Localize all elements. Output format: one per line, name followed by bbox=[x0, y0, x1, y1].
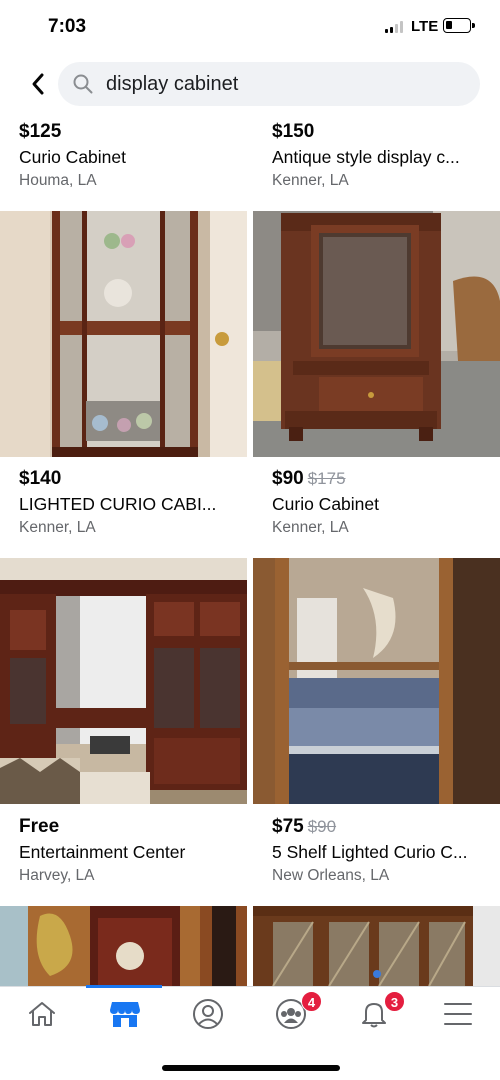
listing-old-price: $90 bbox=[307, 817, 337, 836]
listing-info: $125 Curio Cabinet Houma, LA bbox=[19, 120, 245, 192]
listing-card[interactable]: $125 Curio Cabinet Houma, LA bbox=[0, 112, 247, 210]
search-bar[interactable] bbox=[58, 62, 480, 106]
listing-location: Kenner, LA bbox=[272, 519, 349, 536]
menu-icon bbox=[444, 1003, 472, 1025]
curio-cabinet-photo bbox=[0, 211, 247, 457]
listing-price: $75 $90 bbox=[272, 816, 337, 837]
back-button[interactable] bbox=[24, 70, 52, 98]
display-cabinet-photo bbox=[253, 211, 500, 457]
listing-location: Houma, LA bbox=[19, 172, 97, 189]
listing-location: Kenner, LA bbox=[272, 172, 349, 189]
listing-photo[interactable] bbox=[0, 906, 247, 986]
magnifier-icon bbox=[73, 74, 93, 94]
status-time: 7:03 bbox=[48, 16, 87, 37]
listing-card[interactable]: $140 LIGHTED CURIO CABI... Kenner, LA bbox=[0, 457, 247, 557]
battery-icon bbox=[443, 18, 475, 33]
listing-price: $150 bbox=[272, 121, 315, 142]
listing-title: Curio Cabinet bbox=[19, 147, 126, 167]
lighted-hutch-photo bbox=[253, 906, 500, 986]
listing-title: Entertainment Center bbox=[19, 842, 186, 862]
lighted-curio-photo bbox=[253, 558, 500, 804]
tab-notifications[interactable]: 3 bbox=[339, 987, 409, 1041]
listing-card[interactable]: $150 Antique style display c... Kenner, … bbox=[253, 112, 500, 210]
listing-photo[interactable] bbox=[253, 906, 500, 986]
listing-price: $140 bbox=[19, 468, 62, 489]
search-input[interactable] bbox=[106, 62, 466, 106]
listings-feed[interactable]: $125 Curio Cabinet Houma, LA $150 Antiqu… bbox=[0, 112, 500, 986]
china-hutch-photo bbox=[0, 906, 247, 986]
status-bar: 7:03 LTE bbox=[0, 0, 500, 54]
notifications-badge: 3 bbox=[384, 991, 405, 1012]
listing-title: 5 Shelf Lighted Curio C... bbox=[272, 842, 468, 862]
listing-info: $90 $175 Curio Cabinet Kenner, LA bbox=[272, 467, 498, 539]
listing-price: $125 bbox=[19, 121, 62, 142]
listing-photo[interactable] bbox=[253, 558, 500, 804]
tab-menu[interactable] bbox=[423, 987, 493, 1041]
tab-groups[interactable]: 4 bbox=[256, 987, 326, 1041]
home-indicator[interactable] bbox=[162, 1065, 340, 1071]
tab-home[interactable] bbox=[7, 987, 77, 1041]
listing-info: Free Entertainment Center Harvey, LA bbox=[19, 815, 245, 887]
listing-photo[interactable] bbox=[0, 211, 247, 457]
listing-location: New Orleans, LA bbox=[272, 867, 390, 884]
listing-old-price: $175 bbox=[307, 469, 346, 488]
listing-title: Curio Cabinet bbox=[272, 494, 379, 514]
listing-photo[interactable] bbox=[253, 211, 500, 457]
marketplace-icon bbox=[110, 1002, 140, 1027]
listing-price: $90 $175 bbox=[272, 468, 346, 489]
listing-card[interactable]: $75 $90 5 Shelf Lighted Curio C... New Or… bbox=[253, 804, 500, 904]
listing-info: $75 $90 5 Shelf Lighted Curio C... New Or… bbox=[272, 815, 498, 887]
listing-title: LIGHTED CURIO CABI... bbox=[19, 494, 217, 514]
network-type: LTE bbox=[411, 18, 439, 35]
listing-info: $150 Antique style display c... Kenner, … bbox=[272, 120, 498, 192]
entertainment-center-photo bbox=[0, 558, 247, 804]
search-header bbox=[0, 56, 500, 112]
home-icon bbox=[29, 1002, 55, 1026]
listing-card[interactable]: Free Entertainment Center Harvey, LA bbox=[0, 804, 247, 904]
profile-icon bbox=[193, 999, 223, 1029]
listing-price: Free bbox=[19, 816, 60, 837]
listing-card[interactable]: $90 $175 Curio Cabinet Kenner, LA bbox=[253, 457, 500, 557]
tab-marketplace[interactable] bbox=[90, 987, 160, 1041]
listing-location: Kenner, LA bbox=[19, 519, 96, 536]
listing-info: $140 LIGHTED CURIO CABI... Kenner, LA bbox=[19, 467, 245, 539]
chevron-left-icon bbox=[32, 73, 44, 95]
listing-location: Harvey, LA bbox=[19, 867, 95, 884]
groups-badge: 4 bbox=[301, 991, 322, 1012]
listing-title: Antique style display c... bbox=[272, 147, 460, 167]
signal-strength-icon bbox=[385, 21, 403, 33]
tab-profile[interactable] bbox=[173, 987, 243, 1041]
listing-photo[interactable] bbox=[0, 558, 247, 804]
